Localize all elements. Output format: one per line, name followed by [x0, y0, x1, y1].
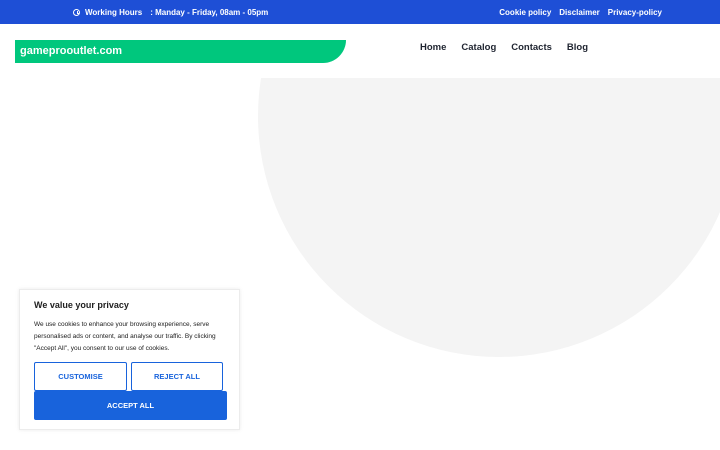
working-hours-label: Working Hours — [85, 7, 143, 17]
cookie-policy-link[interactable]: Cookie policy — [499, 8, 551, 17]
main-nav: Home Catalog Contacts Blog — [420, 42, 588, 53]
privacy-policy-link[interactable]: Privacy-policy — [608, 8, 662, 17]
nav-blog[interactable]: Blog — [567, 42, 588, 53]
cookie-banner-title: We value your privacy — [34, 300, 129, 310]
site-logo-text[interactable]: gameprooutlet.com — [20, 40, 122, 63]
logo-banner[interactable]: gameprooutlet.com — [15, 40, 346, 63]
clock-icon — [73, 8, 80, 16]
cookie-banner-text: We use cookies to enhance your browsing … — [34, 321, 216, 352]
nav-catalog[interactable]: Catalog — [461, 42, 496, 53]
reject-all-button[interactable]: REJECT ALL — [131, 362, 223, 391]
cookie-consent-banner: We value your privacy We use cookies to … — [19, 289, 240, 430]
site-header: gameprooutlet.com Home Catalog Contacts … — [0, 24, 720, 78]
top-links: Cookie policy Disclaimer Privacy-policy — [499, 0, 662, 24]
working-hours-value: : Manday - Friday, 08am - 05pm — [150, 7, 269, 17]
customise-button[interactable]: CUSTOMISE — [34, 362, 127, 391]
nav-home[interactable]: Home — [420, 42, 446, 53]
nav-contacts[interactable]: Contacts — [511, 42, 552, 53]
working-hours: Working Hours : Manday - Friday, 08am - … — [73, 0, 268, 24]
accept-all-button[interactable]: ACCEPT ALL — [34, 391, 227, 420]
disclaimer-link[interactable]: Disclaimer — [559, 8, 599, 17]
top-bar: Working Hours : Manday - Friday, 08am - … — [0, 0, 720, 24]
